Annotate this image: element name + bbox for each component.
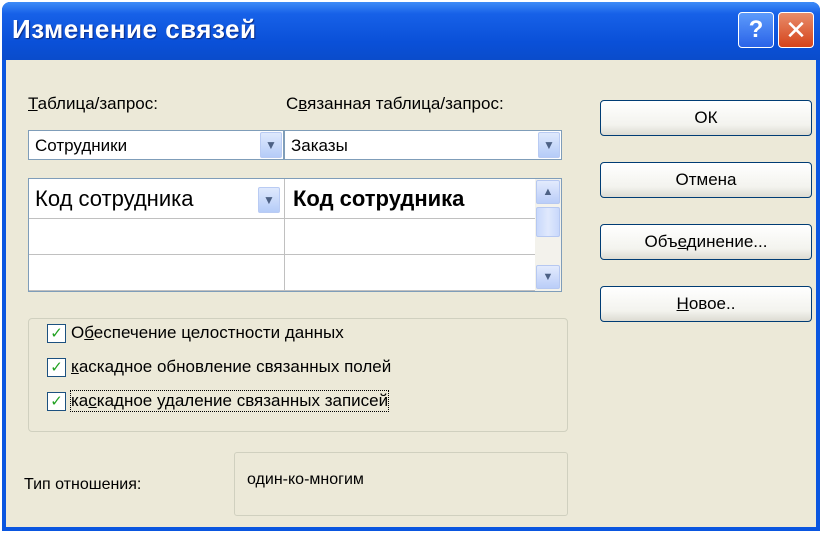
field-mapping-grid[interactable]: Код сотрудника ▼ Код сотрудника ▲ ▼ (28, 178, 562, 292)
related-table-value: Заказы (291, 136, 348, 155)
edit-relationships-dialog: Изменение связей ? ✕ Таблица/запрос: Свя… (2, 2, 820, 531)
checkbox-checked-icon[interactable]: ✓ (47, 324, 66, 343)
left-field-value: Код сотрудника (35, 186, 194, 211)
grid-cell[interactable]: Код сотрудника ▼ (29, 179, 285, 219)
related-table-query-label: Связанная таблица/запрос: (286, 94, 504, 113)
integrity-options-group: ✓ Обеспечение целостности данных ✓ каска… (28, 318, 568, 432)
grid-cell[interactable]: Код сотрудника (285, 179, 537, 219)
close-button[interactable]: ✕ (778, 12, 814, 48)
relation-type-value: один-ко-многим (247, 471, 364, 488)
grid-cell[interactable] (285, 219, 537, 255)
grid-cell[interactable] (285, 255, 537, 291)
chevron-down-icon[interactable]: ▼ (538, 132, 560, 158)
scroll-up-icon[interactable]: ▲ (536, 180, 560, 204)
help-button[interactable]: ? (738, 12, 774, 48)
table-query-value: Сотрудники (35, 136, 128, 155)
grid-cell[interactable] (29, 255, 285, 291)
relation-type-box: один-ко-многим (234, 452, 568, 516)
title-bar[interactable]: Изменение связей ? ✕ (2, 2, 820, 60)
relation-type-label: Тип отношения: (24, 476, 142, 493)
scroll-down-icon[interactable]: ▼ (536, 265, 560, 289)
dialog-body: Таблица/запрос: Связанная таблица/запрос… (6, 60, 816, 527)
dialog-title: Изменение связей (12, 14, 257, 44)
table-query-combo[interactable]: Сотрудники ▼ (28, 130, 284, 160)
checkbox-checked-icon[interactable]: ✓ (47, 358, 66, 377)
grid-cell[interactable] (29, 219, 285, 255)
right-field-value: Код сотрудника (293, 186, 465, 211)
table-query-label: Таблица/запрос: (28, 94, 158, 113)
vertical-scrollbar[interactable]: ▲ ▼ (535, 179, 561, 291)
scroll-thumb[interactable] (536, 207, 560, 237)
related-table-combo[interactable]: Заказы ▼ (284, 130, 562, 160)
chevron-down-icon[interactable]: ▼ (258, 187, 280, 213)
cancel-button[interactable]: Отмена (600, 162, 812, 198)
join-type-button[interactable]: Объединение... (600, 224, 812, 260)
ok-button[interactable]: ОК (600, 100, 812, 136)
create-new-button[interactable]: Новое.. (600, 286, 812, 322)
checkbox-checked-icon[interactable]: ✓ (47, 392, 66, 411)
chevron-down-icon[interactable]: ▼ (260, 132, 282, 158)
